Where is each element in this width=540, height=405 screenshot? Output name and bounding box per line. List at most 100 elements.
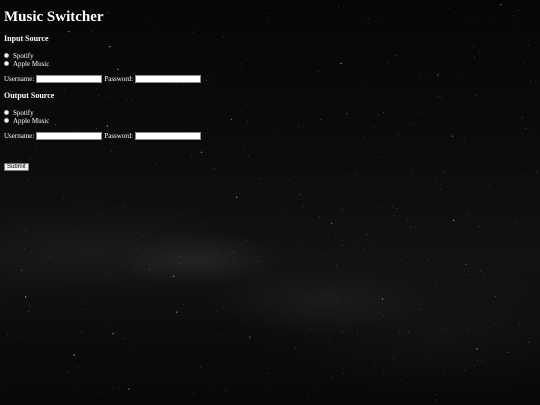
output-password-field[interactable]: [135, 131, 202, 140]
output-option-apple-music[interactable]: Apple Music: [4, 116, 49, 125]
star: [478, 51, 480, 53]
star: [142, 235, 144, 237]
star: [226, 102, 227, 104]
star: [517, 9, 519, 11]
star: [327, 233, 329, 235]
star: [111, 165, 113, 167]
star: [441, 275, 443, 276]
star: [340, 62, 342, 65]
star: [330, 141, 332, 142]
star: [469, 274, 471, 276]
star: [341, 352, 342, 354]
star: [393, 357, 394, 359]
star: [367, 18, 369, 19]
star: [392, 367, 394, 369]
star: [53, 339, 55, 341]
star: [434, 42, 435, 43]
star: [68, 30, 70, 33]
star: [362, 136, 364, 138]
star: [218, 254, 219, 255]
star: [145, 16, 147, 18]
star: [102, 181, 104, 182]
star: [252, 326, 254, 328]
star: [451, 135, 454, 137]
star: [306, 262, 307, 263]
star: [515, 22, 516, 24]
star: [187, 164, 189, 166]
star: [500, 238, 502, 239]
star: [507, 351, 509, 353]
star: [216, 310, 218, 312]
star: [528, 341, 530, 343]
star: [207, 83, 209, 84]
star: [469, 17, 470, 19]
star: [128, 388, 130, 390]
star: [364, 81, 366, 82]
star: [259, 178, 261, 180]
star: [419, 309, 421, 310]
star: [235, 196, 238, 198]
star: [429, 320, 430, 322]
input-spotify-radio[interactable]: [4, 53, 9, 58]
star: [360, 300, 362, 301]
star: [70, 278, 71, 279]
star: [27, 311, 29, 312]
star: [99, 214, 101, 215]
star: [190, 291, 191, 293]
star: [111, 150, 113, 152]
input-apple-music-radio[interactable]: [4, 61, 9, 66]
star: [35, 144, 37, 146]
star: [297, 355, 298, 357]
star: [143, 89, 145, 91]
star: [35, 256, 37, 258]
star: [246, 239, 248, 241]
star: [299, 194, 301, 196]
star: [126, 99, 127, 101]
input-password-field[interactable]: [135, 74, 202, 83]
star: [21, 269, 23, 272]
star: [132, 265, 134, 266]
star: [507, 160, 508, 162]
star: [473, 20, 474, 22]
star: [499, 7, 501, 9]
input-option-apple-music[interactable]: Apple Music: [4, 59, 49, 68]
output-username-field[interactable]: [36, 131, 103, 140]
star: [445, 191, 447, 193]
star: [61, 69, 62, 70]
star: [29, 305, 31, 306]
star: [439, 73, 440, 75]
star: [453, 276, 455, 278]
star: [36, 246, 38, 248]
output-spotify-radio[interactable]: [4, 110, 9, 115]
star: [398, 133, 399, 135]
star: [234, 367, 236, 369]
star: [338, 6, 339, 7]
star: [345, 320, 347, 322]
star: [250, 398, 251, 400]
submit-button[interactable]: Submit: [4, 163, 29, 171]
star: [279, 155, 280, 156]
star: [61, 249, 63, 251]
star: [118, 388, 120, 390]
input-username-field[interactable]: [36, 74, 103, 83]
star: [232, 251, 234, 253]
star: [137, 248, 139, 249]
star: [305, 282, 306, 284]
star: [358, 246, 359, 248]
star: [178, 263, 180, 264]
star: [264, 156, 266, 158]
star: [77, 231, 79, 233]
star: [399, 197, 401, 199]
star: [451, 134, 453, 135]
star: [183, 303, 185, 305]
star: [210, 78, 212, 80]
star: [452, 219, 455, 221]
star: [443, 370, 445, 372]
star: [399, 39, 401, 41]
star: [475, 94, 477, 96]
star: [374, 126, 375, 128]
star: [513, 15, 515, 16]
page-title: Music Switcher: [4, 9, 104, 25]
output-apple-music-radio[interactable]: [4, 118, 9, 123]
star: [277, 239, 279, 241]
